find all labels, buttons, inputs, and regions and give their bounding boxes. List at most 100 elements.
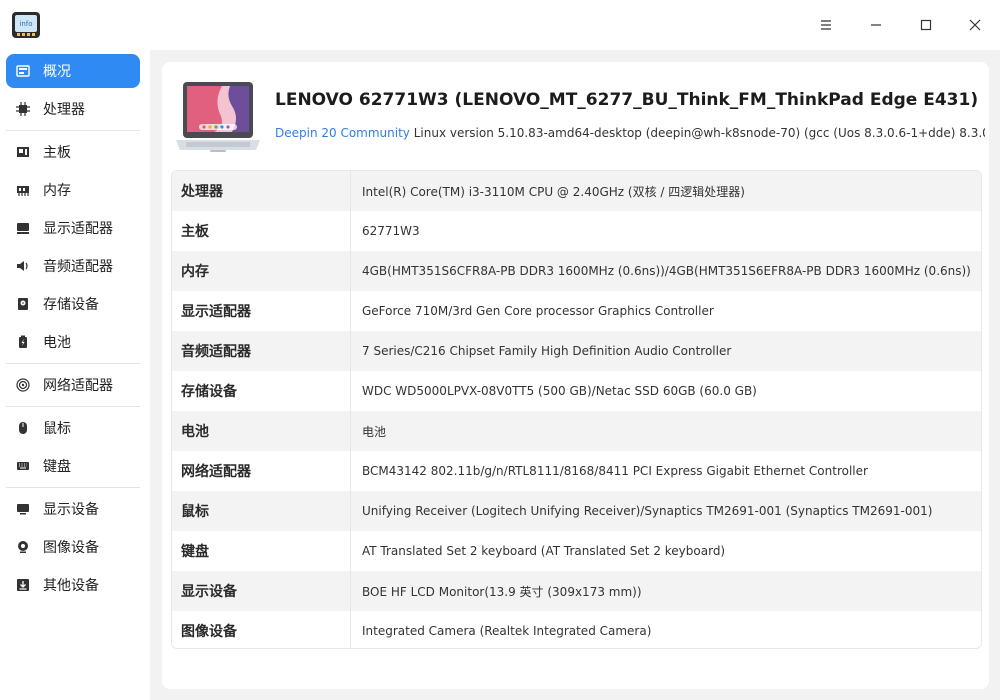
table-row: 显示设备 BOE HF LCD Monitor(13.9 英寸 (309x173…: [172, 571, 981, 611]
column-divider: [350, 611, 351, 648]
column-divider: [350, 491, 351, 531]
table-row: 电池 电池: [172, 411, 981, 451]
keyboard-icon: [15, 458, 31, 474]
column-divider: [350, 411, 351, 451]
minimize-icon: [871, 24, 881, 26]
sidebar-item-label: 显示设备: [43, 502, 99, 518]
camera-icon: [15, 539, 31, 555]
storage-icon: [15, 296, 31, 312]
sidebar-item-label: 主板: [43, 145, 71, 161]
monitor-icon: [15, 501, 31, 517]
row-value: Integrated Camera (Realtek Integrated Ca…: [362, 624, 652, 638]
row-value: BCM43142 802.11b/g/n/RTL8111/8168/8411 P…: [362, 464, 868, 478]
os-name-link[interactable]: Deepin 20 Community: [275, 126, 410, 140]
column-divider: [350, 571, 351, 611]
sidebar-item-cpu[interactable]: 处理器: [6, 92, 140, 126]
sidebar-item-keyboard[interactable]: 键盘: [6, 449, 140, 483]
sidebar-item-label: 电池: [43, 335, 71, 351]
sidebar-item-storage[interactable]: 存储设备: [6, 287, 140, 321]
row-value: 62771W3: [362, 224, 420, 238]
sidebar-item-other-devices[interactable]: 其他设备: [6, 568, 140, 602]
sidebar-item-label: 其他设备: [43, 578, 99, 594]
close-button[interactable]: [960, 10, 990, 40]
row-label: 图像设备: [181, 624, 237, 640]
sidebar-separator: [6, 130, 140, 131]
menu-icon: [821, 20, 831, 30]
row-label: 处理器: [181, 184, 223, 200]
table-row: 处理器 Intel(R) Core(TM) i3-3110M CPU @ 2.4…: [172, 171, 981, 211]
sidebar-item-battery[interactable]: 电池: [6, 325, 140, 359]
sidebar-item-memory[interactable]: 内存: [6, 173, 140, 207]
hardware-summary-table: 处理器 Intel(R) Core(TM) i3-3110M CPU @ 2.4…: [171, 170, 982, 649]
svg-text:info: info: [19, 20, 32, 28]
sidebar-item-label: 处理器: [43, 102, 85, 118]
table-row: 内存 4GB(HMT351S6CFR8A-PB DDR3 1600MHz (0.…: [172, 251, 981, 291]
sidebar-item-monitor[interactable]: 显示设备: [6, 492, 140, 526]
row-label: 电池: [181, 424, 209, 440]
laptop-icon: [176, 82, 260, 152]
row-label: 存储设备: [181, 384, 237, 400]
other-device-icon: [15, 577, 31, 593]
info-chip-icon[interactable]: info: [11, 11, 41, 39]
column-divider: [350, 211, 351, 251]
row-label: 显示设备: [181, 584, 237, 600]
row-label: 主板: [181, 224, 209, 240]
column-divider: [350, 451, 351, 491]
table-row: 鼠标 Unifying Receiver (Logitech Unifying …: [172, 491, 981, 531]
sidebar: 概况 处理器 主板 内存 显示适配器 音频适配器 存储设备 电池 网络适配器 鼠…: [0, 50, 150, 700]
sidebar-item-label: 显示适配器: [43, 221, 113, 237]
memory-icon: [15, 182, 31, 198]
sidebar-item-label: 网络适配器: [43, 378, 113, 394]
row-label: 键盘: [181, 544, 209, 560]
row-value: 4GB(HMT351S6CFR8A-PB DDR3 1600MHz (0.6ns…: [362, 264, 971, 278]
column-divider: [350, 531, 351, 571]
os-info-line: Deepin 20 Community Linux version 5.10.8…: [275, 126, 985, 140]
sidebar-item-mouse[interactable]: 鼠标: [6, 411, 140, 445]
close-icon: [969, 19, 981, 31]
column-divider: [350, 331, 351, 371]
table-row: 音频适配器 7 Series/C216 Chipset Family High …: [172, 331, 981, 371]
motherboard-icon: [15, 144, 31, 160]
table-row: 主板 62771W3: [172, 211, 981, 251]
row-value: BOE HF LCD Monitor(13.9 英寸 (309x173 mm)): [362, 584, 642, 599]
mouse-icon: [15, 420, 31, 436]
row-value: GeForce 710M/3rd Gen Core processor Grap…: [362, 304, 714, 318]
sidebar-separator: [6, 487, 140, 488]
sidebar-item-motherboard[interactable]: 主板: [6, 135, 140, 169]
row-label: 鼠标: [181, 504, 209, 520]
device-model-title: LENOVO 62771W3 (LENOVO_MT_6277_BU_Think_…: [275, 90, 985, 110]
row-label: 内存: [181, 264, 209, 280]
maximize-button[interactable]: [911, 10, 941, 40]
speaker-icon: [15, 258, 31, 274]
sidebar-separator: [6, 406, 140, 407]
column-divider: [350, 171, 351, 211]
row-value: Unifying Receiver (Logitech Unifying Rec…: [362, 504, 933, 518]
sidebar-item-label: 图像设备: [43, 540, 99, 556]
row-value: 电池: [362, 424, 387, 439]
column-divider: [350, 251, 351, 291]
sidebar-item-label: 概况: [43, 64, 71, 80]
row-label: 显示适配器: [181, 304, 251, 320]
network-icon: [15, 377, 31, 393]
overview-panel: LENOVO 62771W3 (LENOVO_MT_6277_BU_Think_…: [162, 62, 989, 689]
overview-icon: [15, 63, 31, 79]
table-row: 网络适配器 BCM43142 802.11b/g/n/RTL8111/8168/…: [172, 451, 981, 491]
sidebar-item-camera[interactable]: 图像设备: [6, 530, 140, 564]
minimize-button[interactable]: [861, 10, 891, 40]
sidebar-item-gpu[interactable]: 显示适配器: [6, 211, 140, 245]
battery-icon: [15, 334, 31, 350]
cpu-icon: [15, 101, 31, 117]
sidebar-item-overview[interactable]: 概况: [6, 54, 140, 88]
sidebar-item-audio[interactable]: 音频适配器: [6, 249, 140, 283]
sidebar-item-network[interactable]: 网络适配器: [6, 368, 140, 402]
title-bar: info: [0, 0, 1000, 50]
column-divider: [350, 371, 351, 411]
maximize-icon: [920, 19, 932, 31]
row-label: 网络适配器: [181, 464, 251, 480]
sidebar-item-label: 内存: [43, 183, 71, 199]
table-row: 图像设备 Integrated Camera (Realtek Integrat…: [172, 611, 981, 648]
kernel-version-text: Linux version 5.10.83-amd64-desktop (dee…: [413, 126, 985, 140]
sidebar-item-label: 音频适配器: [43, 259, 113, 275]
menu-button[interactable]: [811, 10, 841, 40]
table-row: 存储设备 WDC WD5000LPVX-08V0TT5 (500 GB)/Net…: [172, 371, 981, 411]
